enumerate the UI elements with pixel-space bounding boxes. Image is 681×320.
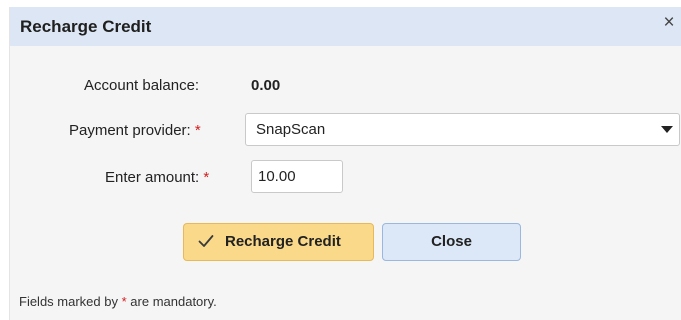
payment-provider-select[interactable]: SnapScan: [245, 113, 680, 146]
dialog-titlebar: Recharge Credit ×: [10, 7, 681, 46]
close-button[interactable]: Close: [382, 223, 521, 261]
provider-label-text: Payment provider:: [69, 122, 191, 139]
payment-provider-value: SnapScan: [256, 121, 326, 138]
amount-input[interactable]: [251, 160, 343, 193]
check-icon: [198, 235, 214, 247]
close-icon[interactable]: ×: [658, 11, 680, 35]
note-prefix: Fields marked by: [19, 294, 118, 309]
required-marker: *: [194, 122, 201, 139]
mandatory-fields-note: Fields marked by * are mandatory.: [19, 294, 217, 309]
amount-label-text: Enter amount:: [105, 169, 200, 186]
note-required-marker: *: [121, 294, 127, 309]
note-suffix: are mandatory.: [130, 294, 217, 309]
required-marker: *: [203, 169, 210, 186]
balance-label: Account balance:: [84, 77, 199, 94]
dialog-body: Account balance: 0.00 Payment provider: …: [10, 46, 681, 320]
close-button-label: Close: [431, 233, 472, 250]
recharge-credit-button-label: Recharge Credit: [225, 233, 341, 250]
balance-value: 0.00: [251, 77, 281, 94]
recharge-credit-dialog: Recharge Credit × Account balance: 0.00 …: [9, 7, 681, 320]
provider-label: Payment provider: *: [69, 122, 201, 139]
amount-label: Enter amount: *: [105, 169, 209, 186]
dialog-title: Recharge Credit: [20, 17, 152, 36]
caret-down-icon: [661, 126, 673, 133]
recharge-credit-button[interactable]: Recharge Credit: [183, 223, 374, 261]
balance-label-text: Account balance:: [84, 77, 200, 94]
